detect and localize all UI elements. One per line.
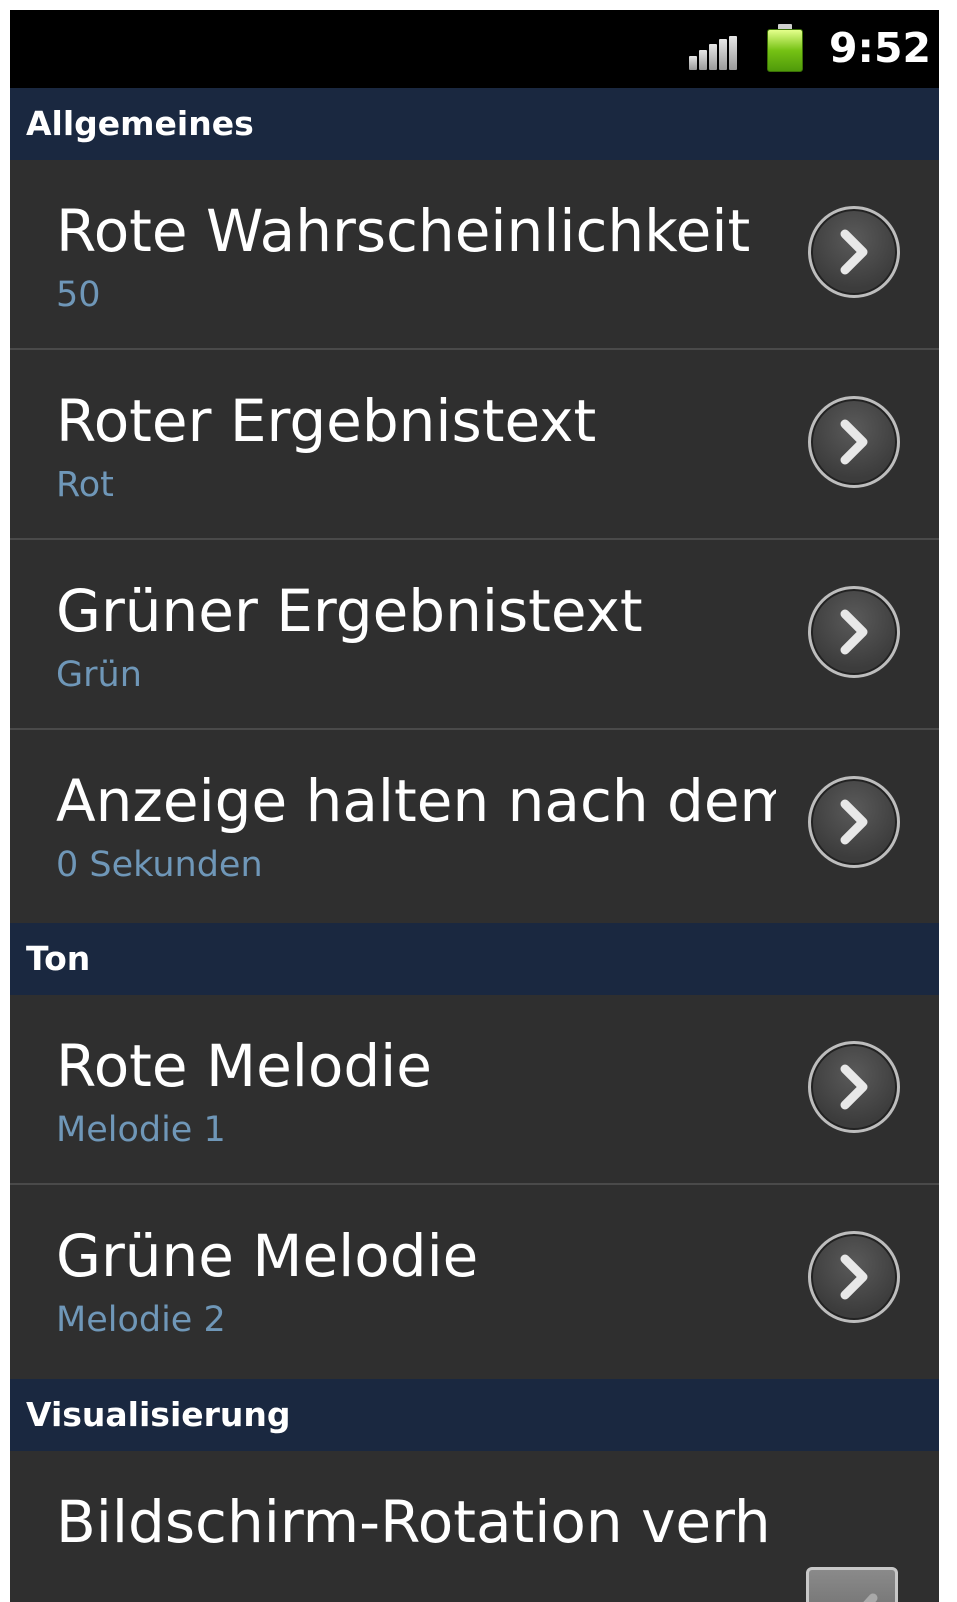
- pref-summary: 50: [56, 275, 101, 315]
- pref-rote-wahrscheinlichkeit[interactable]: Rote Wahrscheinlichkeit 50: [10, 160, 939, 350]
- chevron-right-icon[interactable]: [808, 1231, 900, 1323]
- chevron-right-icon[interactable]: [808, 776, 900, 868]
- pref-title: Bildschirm-Rotation verh: [56, 1488, 771, 1556]
- pref-summary: Melodie 2: [56, 1300, 226, 1340]
- section-header-visualisierung: Visualisierung: [10, 1379, 939, 1451]
- pref-gruene-melodie[interactable]: Grüne Melodie Melodie 2: [10, 1185, 939, 1375]
- section-header-allgemeines: Allgemeines: [10, 88, 939, 160]
- pref-summary: Grün: [56, 655, 142, 695]
- pref-rote-melodie[interactable]: Rote Melodie Melodie 1: [10, 995, 939, 1185]
- battery-icon: [767, 24, 803, 72]
- pref-summary: Rot: [56, 465, 114, 505]
- pref-gruener-ergebnistext[interactable]: Grüner Ergebnistext Grün: [10, 540, 939, 730]
- pref-title: Rote Melodie: [56, 1032, 432, 1100]
- pref-title: Anzeige halten nach dem: [56, 767, 776, 835]
- pref-title: Grüne Melodie: [56, 1222, 479, 1290]
- pref-summary: 0 Sekunden: [56, 845, 263, 885]
- status-bar: 9:52: [10, 10, 939, 88]
- pref-roter-ergebnistext[interactable]: Roter Ergebnistext Rot: [10, 350, 939, 540]
- pref-summary: Melodie 1: [56, 1110, 226, 1150]
- pref-bildschirm-rotation[interactable]: Bildschirm-Rotation verh: [10, 1451, 939, 1602]
- chevron-right-icon[interactable]: [808, 586, 900, 678]
- chevron-right-icon[interactable]: [808, 1041, 900, 1133]
- pref-title: Roter Ergebnistext: [56, 387, 597, 455]
- chevron-right-icon[interactable]: [808, 396, 900, 488]
- chevron-right-icon[interactable]: [808, 206, 900, 298]
- pref-title: Rote Wahrscheinlichkeit: [56, 197, 751, 265]
- section-header-ton: Ton: [10, 923, 939, 995]
- signal-icon: [689, 36, 737, 70]
- pref-anzeige-halten[interactable]: Anzeige halten nach dem 0 Sekunden: [10, 730, 939, 920]
- status-time: 9:52: [829, 24, 931, 72]
- settings-screen: 9:52 Allgemeines Rote Wahrscheinlichkeit…: [10, 10, 939, 1602]
- checkbox-icon[interactable]: [806, 1567, 898, 1602]
- pref-title: Grüner Ergebnistext: [56, 577, 643, 645]
